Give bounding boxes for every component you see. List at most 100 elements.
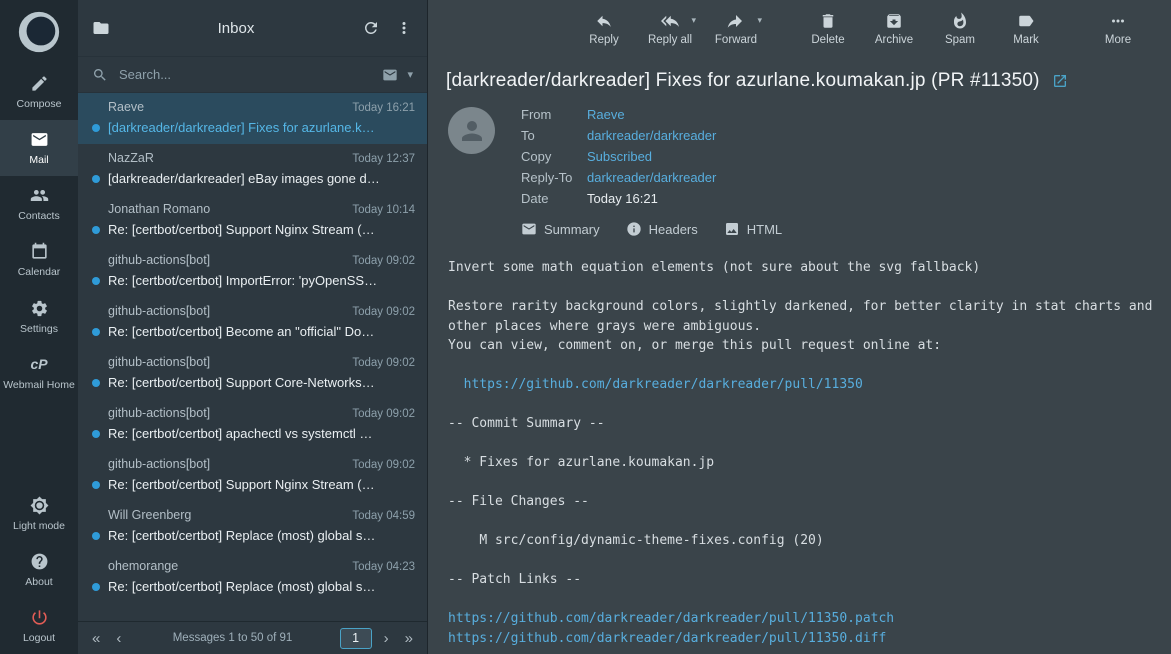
message-sender: github-actions[bot] bbox=[108, 253, 210, 267]
delete-button[interactable]: Delete bbox=[802, 12, 854, 46]
chevron-down-icon[interactable]: ▾ bbox=[407, 68, 413, 81]
list-item[interactable]: github-actions[bot]Today 09:02Re: [certb… bbox=[78, 399, 427, 450]
header-field-value-link[interactable]: Subscribed bbox=[587, 149, 716, 164]
unread-dot bbox=[92, 532, 100, 540]
message-row-subject: Re: [certbot/certbot] Replace (most) glo… bbox=[78, 525, 427, 545]
unread-dot bbox=[92, 481, 100, 489]
unread-dot bbox=[92, 583, 100, 591]
app-logo[interactable] bbox=[0, 0, 78, 64]
message-row-subject: [darkreader/darkreader] Fixes for azurla… bbox=[78, 117, 427, 137]
subject-row: [darkreader/darkreader] Fixes for azurla… bbox=[428, 57, 1171, 105]
message-subject: Re: [certbot/certbot] Replace (most) glo… bbox=[108, 528, 375, 543]
dropdown-icon[interactable]: ▾ bbox=[691, 15, 696, 26]
body-link[interactable]: https://github.com/darkreader/darkreader… bbox=[448, 631, 886, 646]
body-link[interactable]: https://github.com/darkreader/darkreader… bbox=[464, 377, 863, 392]
power-icon bbox=[30, 608, 49, 627]
sidebar-item-label: Compose bbox=[17, 98, 62, 111]
message-subject: Re: [certbot/certbot] Become an "officia… bbox=[108, 324, 374, 339]
list-item[interactable]: ohemorangeToday 04:23Re: [certbot/certbo… bbox=[78, 552, 427, 603]
spam-button[interactable]: Spam bbox=[934, 12, 986, 46]
folder-select-button[interactable] bbox=[92, 19, 110, 37]
list-item[interactable]: github-actions[bot]Today 09:02Re: [certb… bbox=[78, 297, 427, 348]
list-item[interactable]: github-actions[bot]Today 09:02Re: [certb… bbox=[78, 450, 427, 501]
sidebar-nav-bottom: Light mode About Logout bbox=[0, 486, 78, 654]
webmail-app: Compose Mail Contacts Calendar Settings cPWeb… bbox=[0, 0, 1171, 654]
list-item[interactable]: github-actions[bot]Today 09:02Re: [certb… bbox=[78, 348, 427, 399]
open-in-new-button[interactable] bbox=[1052, 73, 1068, 89]
message-row-top: Will GreenbergToday 04:59 bbox=[78, 506, 427, 525]
info-icon bbox=[626, 221, 642, 237]
sidebar-item-compose[interactable]: Compose bbox=[0, 64, 78, 120]
list-item[interactable]: RaeveToday 16:21[darkreader/darkreader] … bbox=[78, 93, 427, 144]
gear-icon bbox=[30, 299, 49, 318]
message-row-subject: Re: [certbot/certbot] Replace (most) glo… bbox=[78, 576, 427, 596]
avatar bbox=[448, 107, 495, 154]
message-subject: Re: [certbot/certbot] Support Nginx Stre… bbox=[108, 477, 375, 492]
list-more-button[interactable] bbox=[395, 19, 413, 37]
sidebar-item-mail[interactable]: Mail bbox=[0, 120, 78, 176]
message-date: Today 04:23 bbox=[352, 561, 415, 573]
list-item[interactable]: NazZaRToday 12:37[darkreader/darkreader]… bbox=[78, 144, 427, 195]
reply-button[interactable]: Reply bbox=[578, 12, 630, 46]
message-row-top: github-actions[bot]Today 09:02 bbox=[78, 404, 427, 423]
sidebar-item-label: Contacts bbox=[18, 210, 59, 223]
page-number-input[interactable] bbox=[340, 628, 372, 649]
sidebar-item-label: About bbox=[25, 576, 52, 589]
message-date: Today 16:21 bbox=[352, 102, 415, 114]
message-row-top: Jonathan RomanoToday 10:14 bbox=[78, 200, 427, 219]
view-buttons: Summary Headers HTML bbox=[428, 206, 1171, 237]
next-page-button[interactable]: › bbox=[380, 631, 393, 646]
message-row-top: RaeveToday 16:21 bbox=[78, 98, 427, 117]
sidebar-item-light-mode[interactable]: Light mode bbox=[0, 486, 78, 542]
sidebar-item-contacts[interactable]: Contacts bbox=[0, 176, 78, 232]
message-row-subject: Re: [certbot/certbot] Support Core-Netwo… bbox=[78, 372, 427, 392]
message-subject: Re: [certbot/certbot] Support Nginx Stre… bbox=[108, 222, 375, 237]
message-sender: github-actions[bot] bbox=[108, 355, 210, 369]
sidebar-item-label: Calendar bbox=[18, 266, 61, 279]
more-button[interactable]: More bbox=[1092, 12, 1144, 46]
prev-page-button[interactable]: ‹ bbox=[112, 631, 125, 646]
view-button-label: HTML bbox=[747, 222, 782, 237]
message-row-top: github-actions[bot]Today 09:02 bbox=[78, 251, 427, 270]
sidebar-item-settings[interactable]: Settings bbox=[0, 289, 78, 345]
list-item[interactable]: github-actions[bot]Today 09:02Re: [certb… bbox=[78, 246, 427, 297]
reply-all-button[interactable]: ▾ Reply all bbox=[644, 12, 696, 46]
reply-icon bbox=[595, 12, 613, 30]
toolbar-action-label: Reply all bbox=[648, 34, 692, 46]
headers-view-button[interactable]: Headers bbox=[626, 221, 698, 237]
search-bar: ▾ bbox=[78, 56, 427, 93]
header-field-value-link[interactable]: darkreader/darkreader bbox=[587, 128, 716, 143]
cpanel-icon: cP bbox=[30, 355, 49, 374]
toolbar-action-label: Mark bbox=[1013, 34, 1039, 46]
message-subject-heading: [darkreader/darkreader] Fixes for azurla… bbox=[446, 70, 1040, 92]
message-body: Invert some math equation elements (not … bbox=[448, 258, 1163, 654]
forward-button[interactable]: ▾Forward bbox=[710, 12, 762, 46]
unread-dot bbox=[92, 277, 100, 285]
body-link[interactable]: https://github.com/darkreader/darkreader… bbox=[448, 611, 894, 626]
sidebar-item-calendar[interactable]: Calendar bbox=[0, 232, 78, 288]
summary-view-button[interactable]: Summary bbox=[521, 221, 600, 237]
refresh-button[interactable] bbox=[362, 19, 380, 37]
html-view-button[interactable]: HTML bbox=[724, 221, 782, 237]
search-scope-button[interactable] bbox=[382, 67, 398, 83]
sidebar-item-webmail-home[interactable]: cPWebmail Home bbox=[0, 345, 78, 401]
message-subject: [darkreader/darkreader] eBay images gone… bbox=[108, 171, 380, 186]
envelope-icon bbox=[521, 221, 537, 237]
sidebar-item-logout[interactable]: Logout bbox=[0, 598, 78, 654]
envelope-icon bbox=[382, 67, 398, 83]
header-field-value-link[interactable]: darkreader/darkreader bbox=[587, 170, 716, 185]
mark-button[interactable]: Mark bbox=[1000, 12, 1052, 46]
list-item[interactable]: Will GreenbergToday 04:59 Re: [certbot/ce… bbox=[78, 501, 427, 552]
header-field-value-link[interactable]: Raeve bbox=[587, 107, 716, 122]
archive-button[interactable]: Archive bbox=[868, 12, 920, 46]
last-page-button[interactable]: » bbox=[401, 631, 417, 646]
dropdown-icon[interactable]: ▾ bbox=[757, 15, 762, 26]
message-toolbar: Reply ▾ Reply all ▾Forward Delete Archive Spam… bbox=[428, 0, 1171, 57]
sidebar-item-about[interactable]: About bbox=[0, 542, 78, 598]
first-page-button[interactable]: « bbox=[88, 631, 104, 646]
sidebar-item-label: Settings bbox=[20, 323, 58, 336]
message-row-subject: Re: [certbot/certbot] ImportError: 'pyOp… bbox=[78, 270, 427, 290]
search-icon bbox=[92, 67, 108, 83]
search-input[interactable] bbox=[117, 66, 373, 83]
list-item[interactable]: Jonathan RomanoToday 10:14 Re: [certbot/c… bbox=[78, 195, 427, 246]
